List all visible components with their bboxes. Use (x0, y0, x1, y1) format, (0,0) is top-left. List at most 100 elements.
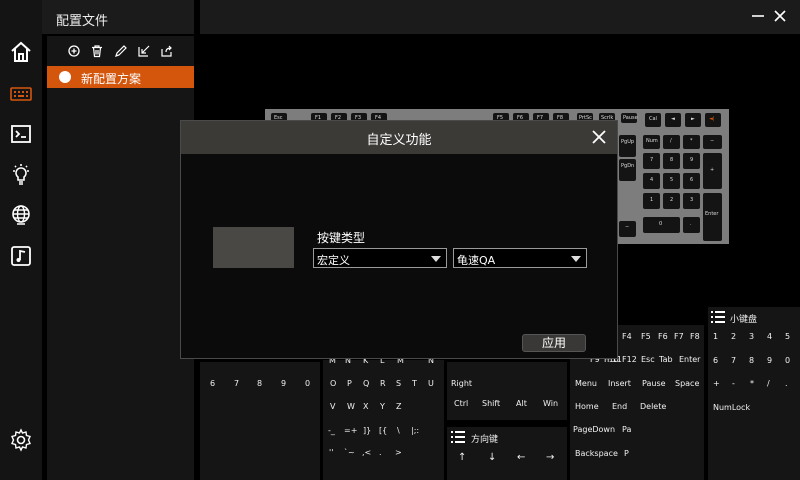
key-tab[interactable]: Tab (659, 355, 673, 364)
key-esc[interactable]: Esc (641, 355, 655, 364)
gear-icon[interactable] (7, 426, 35, 454)
key[interactable]: * (683, 135, 700, 149)
home-icon[interactable] (7, 38, 35, 66)
edit-icon[interactable] (114, 44, 128, 58)
np-key[interactable]: 0 (785, 356, 790, 365)
key-arrow-right[interactable]: → (546, 452, 554, 463)
terminal-icon[interactable] (7, 120, 35, 148)
key-symbol[interactable]: |;: (411, 426, 419, 435)
close-icon[interactable] (772, 8, 788, 24)
import-icon[interactable] (137, 44, 151, 58)
np-key[interactable]: + (713, 379, 720, 388)
key-enter[interactable]: Enter (679, 355, 700, 364)
key-ctrl[interactable]: Ctrl (454, 399, 468, 408)
key-letter[interactable]: X (363, 402, 368, 411)
key-pagedown[interactable]: PageDown (573, 425, 615, 434)
globe-icon[interactable] (7, 201, 35, 229)
delete-icon[interactable] (90, 44, 104, 58)
key-type-dropdown[interactable]: 宏定义 (313, 248, 447, 268)
key[interactable]: PgUp (619, 135, 636, 157)
np-key[interactable]: 2 (731, 332, 736, 341)
np-key[interactable]: 7 (731, 356, 736, 365)
key[interactable]: 7 (643, 153, 660, 169)
key-letter[interactable]: T (412, 379, 417, 388)
key-arrow-up[interactable]: ↑ (458, 452, 466, 463)
key-f[interactable]: F4 (622, 332, 632, 341)
key[interactable]: / (663, 135, 680, 149)
apply-button[interactable]: 应用 (522, 334, 586, 352)
key[interactable]: ◄| (705, 113, 721, 127)
function-dropdown[interactable]: 龟速QA (453, 248, 587, 268)
key-symbol[interactable]: . (379, 448, 382, 457)
key-f[interactable]: F6 (658, 332, 668, 341)
np-key[interactable]: - (732, 379, 735, 388)
key-symbol[interactable]: \ (397, 426, 400, 435)
key-letter[interactable]: R (380, 379, 386, 388)
key-9[interactable]: 9 (281, 379, 286, 388)
key[interactable]: ◄ (665, 113, 681, 127)
np-key[interactable]: 6 (713, 356, 718, 365)
export-icon[interactable] (160, 44, 174, 58)
np-key[interactable]: 8 (749, 356, 754, 365)
key-right[interactable]: Right (451, 379, 472, 388)
key[interactable]: 4 (643, 173, 660, 189)
key[interactable]: Cal (645, 113, 661, 127)
key-letter[interactable]: V (330, 402, 335, 411)
key-alt[interactable]: Alt (516, 399, 527, 408)
minimize-icon[interactable] (750, 8, 766, 24)
key[interactable]: Enter (703, 193, 722, 241)
key-arrow-left[interactable]: ← (517, 452, 525, 463)
key[interactable]: 5 (663, 173, 680, 189)
key[interactable]: − (703, 135, 722, 149)
key[interactable]: 1 (643, 193, 660, 209)
key-letter[interactable]: Z (396, 402, 401, 411)
key-space[interactable]: Space (675, 379, 699, 388)
np-key[interactable]: 4 (767, 332, 772, 341)
key-end[interactable]: End (612, 402, 627, 411)
key-menu[interactable]: Menu (575, 379, 597, 388)
key-pause[interactable]: Pause (642, 379, 666, 388)
key-f[interactable]: F7 (674, 332, 684, 341)
key[interactable]: 2 (663, 193, 680, 209)
lightbulb-icon[interactable] (7, 161, 35, 189)
key[interactable]: ► (685, 113, 701, 127)
np-key-numlock[interactable]: NumLock (713, 403, 750, 412)
key-pageup[interactable]: Pa (622, 425, 631, 434)
key[interactable]: 9 (683, 153, 700, 169)
key-symbol[interactable]: ]} (363, 426, 371, 435)
key-win[interactable]: Win (543, 399, 558, 408)
key-backspace[interactable]: Backspace (575, 449, 618, 458)
key-f[interactable]: F12 (622, 355, 637, 364)
key[interactable]: + (703, 153, 722, 189)
key-f[interactable]: F5 (641, 332, 651, 341)
close-icon[interactable] (591, 129, 607, 145)
np-key[interactable]: * (750, 379, 754, 388)
key[interactable]: 6 (683, 173, 700, 189)
key-symbol[interactable]: =+ (344, 426, 357, 435)
key[interactable]: . (683, 217, 700, 233)
key-letter[interactable]: U (428, 379, 434, 388)
key-symbol[interactable]: '' (329, 448, 333, 457)
profile-item[interactable]: 新配置方案 (47, 66, 194, 88)
key-f[interactable]: F8 (690, 332, 700, 341)
np-key[interactable]: 9 (767, 356, 772, 365)
key-8[interactable]: 8 (257, 379, 262, 388)
key-symbol[interactable]: ,< (362, 448, 371, 457)
key[interactable]: Pause (621, 113, 638, 123)
key-insert[interactable]: Insert (608, 379, 631, 388)
key[interactable]: Num (643, 135, 660, 149)
key-letter[interactable]: P (347, 379, 352, 388)
key-symbol[interactable]: [{ (379, 426, 387, 435)
key-letter[interactable]: Q (363, 379, 369, 388)
key[interactable]: 0 (643, 217, 680, 233)
np-key[interactable]: 1 (713, 332, 718, 341)
key-letter[interactable]: S (396, 379, 401, 388)
key[interactable]: 8 (663, 153, 680, 169)
key-letter[interactable]: W (347, 402, 355, 411)
np-key[interactable]: / (767, 379, 770, 388)
music-icon[interactable] (7, 242, 35, 270)
np-key[interactable]: 3 (749, 332, 754, 341)
key-shift[interactable]: Shift (482, 399, 500, 408)
key[interactable]: PgDn (619, 159, 636, 181)
key[interactable]: 3 (683, 193, 700, 209)
